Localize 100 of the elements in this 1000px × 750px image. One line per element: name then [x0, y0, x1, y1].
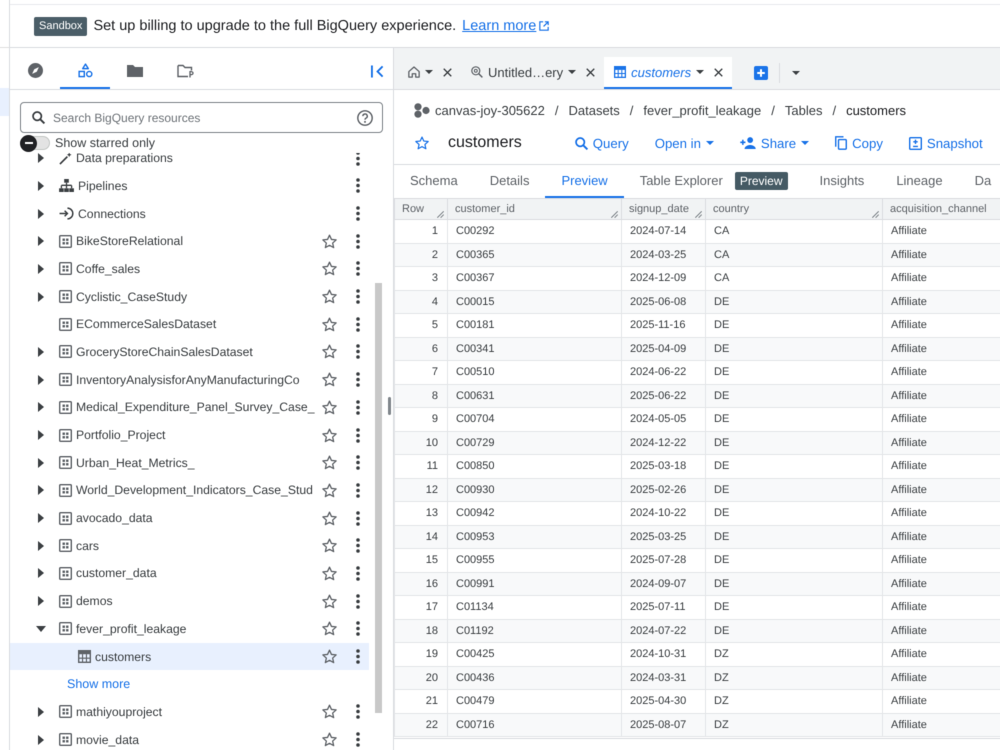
tree-row[interactable]: fever_profit_leakage: [10, 615, 369, 643]
toolbar-button[interactable]: Open in: [646, 136, 722, 150]
tree-row[interactable]: customers: [10, 642, 369, 670]
learn-more-link[interactable]: Learn more: [462, 18, 550, 34]
caret-right-icon[interactable]: [38, 540, 44, 551]
kebab-menu-icon[interactable]: [356, 455, 360, 470]
kebab-menu-icon[interactable]: [356, 428, 360, 443]
search-input[interactable]: Search BigQuery resources: [53, 110, 349, 124]
star-icon[interactable]: [322, 538, 337, 554]
kebab-menu-icon[interactable]: [356, 289, 360, 304]
toolbar-button[interactable]: Share: [732, 136, 818, 150]
caret-right-icon[interactable]: [38, 430, 44, 440]
tree-row[interactable]: GroceryStoreChainSalesDataset: [10, 338, 369, 366]
detail-tab[interactable]: Lineage: [880, 165, 959, 198]
detail-tab[interactable]: Schema: [394, 165, 474, 198]
caret-right-icon[interactable]: [38, 264, 44, 274]
caret-right-icon[interactable]: [38, 458, 44, 468]
star-icon[interactable]: [322, 704, 337, 720]
star-icon[interactable]: [322, 510, 337, 526]
star-icon[interactable]: [415, 136, 429, 150]
star-icon[interactable]: [322, 649, 337, 664]
tree-row[interactable]: Medical_Expenditure_Panel_Survey_Case_: [10, 394, 369, 422]
search-field[interactable]: Search BigQuery resources: [20, 102, 383, 133]
caret-down-icon[interactable]: [568, 70, 576, 74]
editor-tab[interactable]: Untitled…ery: [461, 57, 604, 89]
tree-item-label[interactable]: Data preparations: [76, 153, 337, 166]
star-icon[interactable]: [322, 732, 337, 748]
resize-grip-icon[interactable]: [611, 210, 618, 218]
kebab-menu-icon[interactable]: [356, 206, 360, 222]
tree-item-label[interactable]: World_Development_Indicators_Case_Stud: [76, 483, 320, 498]
tree-item-label[interactable]: InventoryAnalysisforAnyManufacturingCo: [76, 372, 320, 387]
plus-icon[interactable]: [754, 66, 768, 80]
tree-row[interactable]: Cyclistic_CaseStudy: [10, 282, 369, 310]
tree-row[interactable]: InventoryAnalysisforAnyManufacturingCo: [10, 366, 369, 394]
tree-item-label[interactable]: cars: [76, 538, 320, 553]
star-icon[interactable]: [322, 372, 337, 388]
breadcrumb-link[interactable]: canvas-joy-305622: [435, 102, 545, 118]
kebab-menu-icon[interactable]: [356, 234, 360, 249]
tree-row[interactable]: customer_data: [10, 560, 369, 588]
tree-row[interactable]: cars: [10, 532, 369, 560]
kebab-menu-icon[interactable]: [356, 621, 360, 636]
kebab-menu-icon[interactable]: [356, 538, 360, 554]
tree-item-label[interactable]: Urban_Heat_Metrics_: [76, 456, 320, 470]
tree-row[interactable]: Coffe_sales: [10, 255, 369, 283]
breadcrumb-link[interactable]: fever_profit_leakage: [643, 102, 762, 118]
tree-item-label[interactable]: fever_profit_leakage: [76, 622, 320, 636]
kebab-menu-icon[interactable]: [356, 649, 360, 664]
caret-down-icon[interactable]: [36, 626, 46, 632]
tree-row[interactable]: ECommerceSalesDataset: [10, 310, 369, 338]
tree-item-label[interactable]: customer_data: [76, 566, 320, 580]
caret-down-icon[interactable]: [792, 71, 800, 75]
tree-item-label[interactable]: BikeStoreRelational: [76, 234, 320, 248]
resize-grip-icon[interactable]: [695, 210, 702, 218]
detail-tab[interactable]: Da: [958, 165, 1000, 198]
caret-down-icon[interactable]: [425, 70, 433, 74]
caret-right-icon[interactable]: [38, 485, 44, 496]
kebab-menu-icon[interactable]: [356, 153, 360, 166]
caret-right-icon[interactable]: [38, 236, 44, 246]
kebab-menu-icon[interactable]: [356, 732, 360, 748]
scrollbar-thumb[interactable]: [375, 283, 382, 713]
toolbar-button[interactable]: Query: [566, 136, 637, 150]
kebab-menu-icon[interactable]: [356, 372, 360, 388]
tree-item-label[interactable]: GroceryStoreChainSalesDataset: [76, 344, 320, 359]
star-icon[interactable]: [322, 234, 337, 249]
star-icon[interactable]: [322, 482, 337, 498]
caret-right-icon[interactable]: [38, 734, 44, 745]
star-icon[interactable]: [322, 316, 337, 332]
tree-item-label[interactable]: avocado_data: [76, 511, 320, 526]
detail-tab[interactable]: Table Explorer Preview: [624, 165, 804, 198]
tree-row[interactable]: World_Development_Indicators_Case_Stud: [10, 476, 369, 504]
star-icon[interactable]: [322, 455, 337, 470]
tree-item-label[interactable]: ECommerceSalesDataset: [76, 317, 320, 332]
tree-row[interactable]: Connections: [10, 200, 369, 228]
detail-tab[interactable]: Insights: [804, 165, 880, 198]
kebab-menu-icon[interactable]: [356, 400, 360, 415]
breadcrumb-link[interactable]: Tables: [784, 102, 822, 118]
toggle-switch[interactable]: [20, 136, 50, 150]
close-icon[interactable]: [443, 68, 452, 76]
tree-item-label[interactable]: Cyclistic_CaseStudy: [76, 290, 320, 304]
resize-grip-icon[interactable]: [437, 210, 444, 218]
kebab-menu-icon[interactable]: [356, 316, 360, 332]
tree-row[interactable]: Portfolio_Project: [10, 421, 369, 449]
kebab-menu-icon[interactable]: [356, 178, 360, 194]
kebab-menu-icon[interactable]: [356, 482, 360, 498]
caret-right-icon[interactable]: [38, 402, 44, 412]
tree-item-label[interactable]: Portfolio_Project: [76, 428, 320, 442]
tree-row[interactable]: Data preparations: [10, 153, 369, 172]
close-icon[interactable]: [586, 68, 596, 76]
kebab-menu-icon[interactable]: [356, 344, 360, 360]
star-icon[interactable]: [322, 344, 337, 360]
tree-item-label[interactable]: movie_data: [76, 732, 320, 747]
caret-right-icon[interactable]: [38, 346, 44, 357]
star-icon[interactable]: [322, 621, 337, 636]
caret-right-icon[interactable]: [38, 596, 44, 606]
tree-row[interactable]: avocado_data: [10, 504, 369, 532]
tree-item-label[interactable]: customers: [95, 650, 320, 664]
caret-right-icon[interactable]: [38, 374, 44, 385]
breadcrumb-link[interactable]: Datasets: [568, 102, 620, 118]
caret-right-icon[interactable]: [38, 292, 44, 302]
star-icon[interactable]: [322, 566, 337, 581]
